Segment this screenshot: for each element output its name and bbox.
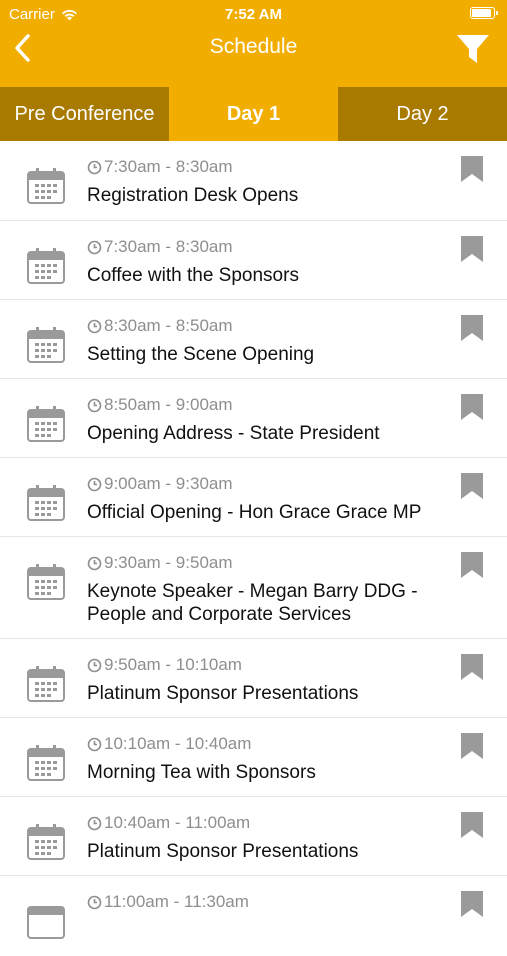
bookmark-icon[interactable] (461, 812, 483, 838)
session-title: Official Opening - Hon Grace Grace MP (87, 502, 422, 523)
session-time-text: 9:50am - 10:10am (104, 655, 242, 674)
session-title: Morning Tea with Sponsors (87, 762, 316, 783)
session-row[interactable]: 10:40am - 11:00am Platinum Sponsor Prese… (0, 797, 507, 876)
clock-icon (87, 398, 102, 412)
session-title: Keynote Speaker - Megan Barry DDG - Peop… (87, 581, 418, 625)
calendar-icon (27, 248, 65, 284)
bookmark-icon[interactable] (461, 236, 483, 262)
session-row[interactable]: 8:50am - 9:00am Opening Address - State … (0, 379, 507, 458)
battery-icon (470, 7, 498, 19)
day-tabs: Pre Conference Day 1 Day 2 (0, 87, 507, 141)
session-time: 9:30am - 9:50am (87, 553, 233, 573)
session-title: Coffee with the Sponsors (87, 265, 299, 286)
clock-icon (87, 240, 102, 254)
session-time: 8:50am - 9:00am (87, 395, 233, 415)
session-row[interactable]: 10:10am - 10:40am Morning Tea with Spons… (0, 718, 507, 797)
session-time: 7:30am - 8:30am (87, 237, 233, 257)
session-time: 8:30am - 8:50am (87, 316, 233, 336)
calendar-icon (27, 906, 65, 939)
session-time-text: 7:30am - 8:30am (104, 157, 233, 176)
clock-icon (87, 319, 102, 333)
clock-icon (87, 477, 102, 491)
calendar-icon (27, 564, 65, 600)
session-row[interactable]: 7:30am - 8:30am Coffee with the Sponsors (0, 221, 507, 300)
session-time-text: 10:10am - 10:40am (104, 734, 252, 753)
session-row[interactable]: 7:30am - 8:30am Registration Desk Opens (0, 141, 507, 221)
page-title: Schedule (209, 35, 298, 58)
tab-day-2[interactable]: Day 2 (338, 87, 507, 141)
bookmark-icon[interactable] (461, 315, 483, 341)
bookmark-icon[interactable] (461, 394, 483, 420)
schedule-list: 7:30am - 8:30am Registration Desk Opens … (0, 141, 507, 956)
bookmark-icon[interactable] (461, 733, 483, 759)
clock-icon (87, 556, 102, 570)
clock-icon (87, 737, 102, 751)
session-time: 9:50am - 10:10am (87, 655, 242, 675)
session-title: Registration Desk Opens (87, 185, 299, 206)
session-time-text: 7:30am - 8:30am (104, 237, 233, 256)
tab-day-1[interactable]: Day 1 (169, 87, 338, 141)
session-time-text: 9:00am - 9:30am (104, 474, 233, 493)
status-bar: Carrier 7:52 AM (0, 0, 507, 28)
session-time-text: 10:40am - 11:00am (104, 813, 251, 832)
bookmark-icon[interactable] (461, 473, 483, 499)
filter-button[interactable] (453, 30, 493, 68)
calendar-icon (27, 406, 65, 442)
session-time: 7:30am - 8:30am (87, 157, 233, 177)
calendar-icon (27, 824, 65, 860)
session-title: Platinum Sponsor Presentations (87, 841, 359, 862)
calendar-icon (27, 168, 65, 204)
clock-icon (87, 160, 102, 174)
tab-pre-conference[interactable]: Pre Conference (0, 87, 169, 141)
session-time: 11:00am - 11:30am (87, 892, 249, 912)
filter-icon (457, 35, 489, 63)
session-row[interactable]: 8:30am - 8:50am Setting the Scene Openin… (0, 300, 507, 379)
session-title: Opening Address - State President (87, 423, 380, 444)
calendar-icon (27, 745, 65, 781)
session-time-text: 8:50am - 9:00am (104, 395, 233, 414)
session-row[interactable]: 11:00am - 11:30am (0, 876, 507, 956)
session-time: 10:40am - 11:00am (87, 813, 250, 833)
session-row[interactable]: 9:00am - 9:30am Official Opening - Hon G… (0, 458, 507, 537)
bookmark-icon[interactable] (461, 891, 483, 917)
session-time: 10:10am - 10:40am (87, 734, 251, 754)
session-time-text: 8:30am - 8:50am (104, 316, 233, 335)
calendar-icon (27, 666, 65, 702)
clock-icon (87, 895, 102, 909)
calendar-icon (27, 485, 65, 521)
bookmark-icon[interactable] (461, 156, 483, 182)
bookmark-icon[interactable] (461, 552, 483, 578)
session-row[interactable]: 9:30am - 9:50am Keynote Speaker - Megan … (0, 537, 507, 639)
clock-icon (87, 658, 102, 672)
calendar-icon (27, 327, 65, 363)
session-row[interactable]: 9:50am - 10:10am Platinum Sponsor Presen… (0, 639, 507, 718)
session-title: Platinum Sponsor Presentations (87, 683, 359, 704)
status-time: 7:52 AM (225, 6, 282, 23)
session-time-text: 11:00am - 11:30am (104, 892, 249, 911)
session-title: Setting the Scene Opening (87, 344, 315, 365)
bookmark-icon[interactable] (461, 654, 483, 680)
session-time: 9:00am - 9:30am (87, 474, 233, 494)
clock-icon (87, 816, 102, 830)
app-header: Carrier 7:52 AM Schedule (0, 0, 507, 87)
session-time-text: 9:30am - 9:50am (104, 553, 233, 572)
